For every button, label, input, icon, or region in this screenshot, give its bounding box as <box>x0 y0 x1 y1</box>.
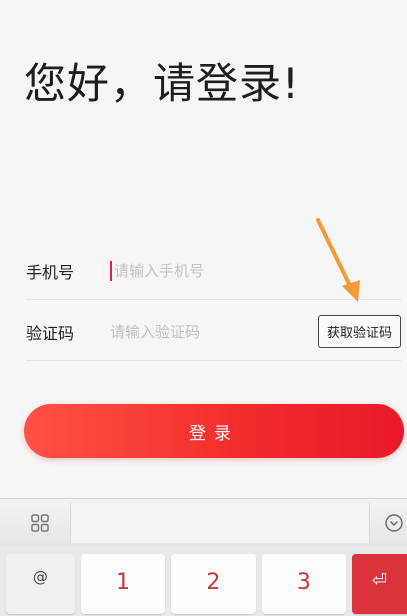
login-button[interactable]: 登录 <box>24 404 404 458</box>
keyboard-keys: @ 1 2 3 ⏎ <box>0 554 407 616</box>
chevron-down-icon[interactable] <box>384 513 404 533</box>
keyboard-toolbar <box>0 498 407 546</box>
key-label: 3 <box>296 570 311 595</box>
page-title: 您好，请登录! <box>24 59 300 108</box>
phone-label: 手机号 <box>26 262 75 282</box>
grid-icon[interactable] <box>30 513 50 533</box>
enter-icon: ⏎ <box>371 570 388 591</box>
soft-keyboard: @ 1 2 3 ⏎ <box>0 498 407 616</box>
key-at[interactable]: @ <box>6 554 75 614</box>
key-3[interactable]: 3 <box>261 554 347 614</box>
enter-key[interactable]: ⏎ <box>352 554 407 614</box>
text-caret <box>110 260 112 281</box>
get-code-button[interactable]: 获取验证码 <box>317 315 401 348</box>
code-row: 验证码 获取验证码 <box>26 303 401 361</box>
code-input[interactable] <box>110 316 318 347</box>
key-1[interactable]: 1 <box>80 554 166 614</box>
key-2[interactable]: 2 <box>171 554 256 614</box>
arrow-annotation-icon <box>316 218 360 302</box>
key-label: 1 <box>115 570 130 595</box>
code-label: 验证码 <box>26 323 75 343</box>
key-label: 2 <box>206 570 221 595</box>
candidate-bar <box>70 503 370 543</box>
